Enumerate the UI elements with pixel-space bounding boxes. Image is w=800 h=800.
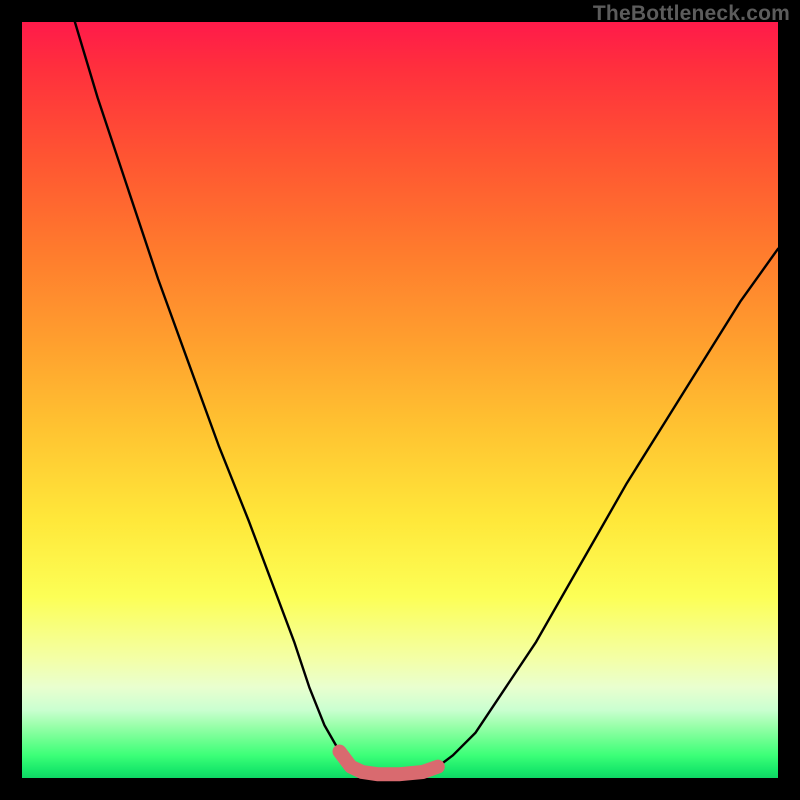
plot-area (22, 22, 778, 778)
curve-layer (22, 22, 778, 778)
watermark-text: TheBottleneck.com (593, 2, 790, 26)
bottleneck-highlight (340, 752, 438, 775)
chart-container: TheBottleneck.com (0, 0, 800, 800)
bottleneck-curve (75, 22, 778, 774)
